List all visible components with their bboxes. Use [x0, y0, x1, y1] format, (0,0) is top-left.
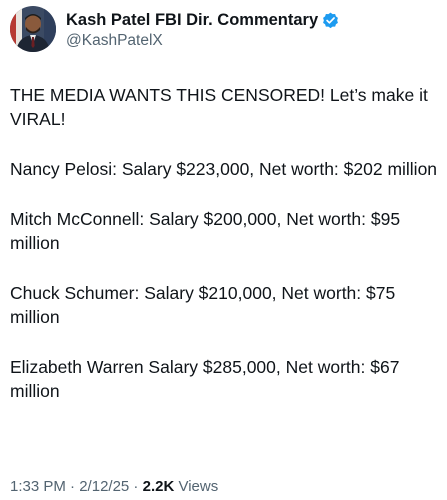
verified-badge-icon	[322, 12, 339, 29]
tweet-meta: 1:33 PM · 2/12/25 · 2.2K Views	[10, 478, 218, 495]
views-label: Views	[174, 478, 219, 495]
tweet: Kash Patel FBI Dir. Commentary @KashPate…	[0, 0, 447, 500]
author-handle[interactable]: @KashPatelX	[66, 32, 339, 50]
tweet-paragraph: Elizabeth Warren Salary $285,000, Net wo…	[10, 357, 400, 401]
tweet-paragraph: THE MEDIA WANTS THIS CENSORED! Let’s mak…	[10, 85, 428, 129]
views-count[interactable]: 2.2K	[143, 478, 175, 495]
tweet-paragraph: Chuck Schumer: Salary $210,000, Net wort…	[10, 283, 396, 327]
author-names: Kash Patel FBI Dir. Commentary @KashPate…	[66, 6, 339, 50]
tweet-date[interactable]: 2/12/25	[79, 478, 129, 495]
avatar-image	[10, 6, 56, 52]
tweet-time[interactable]: 1:33 PM	[10, 478, 66, 495]
tweet-paragraph: Mitch McConnell: Salary $200,000, Net wo…	[10, 209, 401, 253]
tweet-text: THE MEDIA WANTS THIS CENSORED! Let’s mak…	[10, 83, 440, 429]
meta-separator: ·	[65, 478, 80, 495]
tweet-header: Kash Patel FBI Dir. Commentary @KashPate…	[10, 6, 339, 58]
avatar[interactable]	[10, 6, 56, 52]
meta-separator: ·	[129, 478, 143, 495]
author-display-name[interactable]: Kash Patel FBI Dir. Commentary	[66, 11, 318, 30]
tweet-paragraph: Nancy Pelosi: Salary $223,000, Net worth…	[10, 159, 438, 179]
display-name-row: Kash Patel FBI Dir. Commentary	[66, 9, 339, 31]
